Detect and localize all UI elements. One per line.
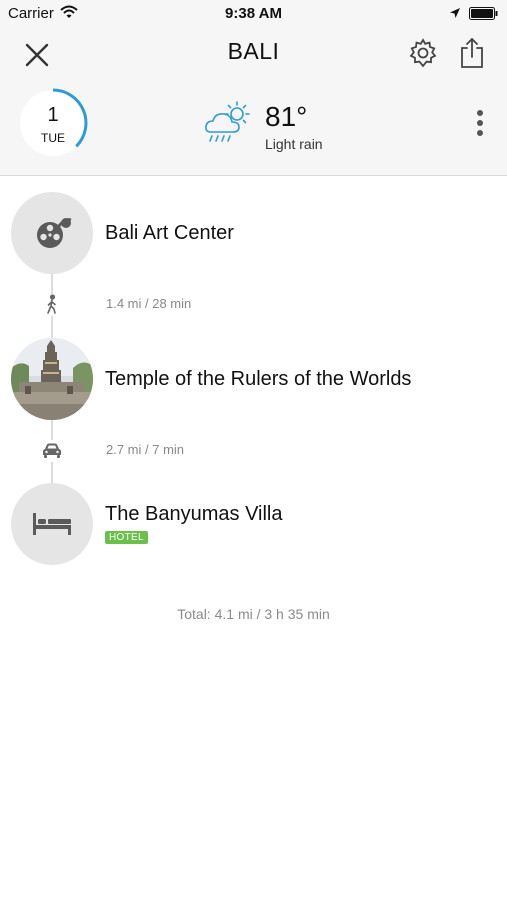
gear-icon	[409, 38, 437, 68]
stop-name: Temple of the Rulers of the Worlds	[105, 368, 412, 390]
weather-condition: Light rain	[265, 136, 323, 152]
film-reel-icon	[37, 218, 72, 248]
leg-distance: 2.7 mi / 7 min	[106, 442, 185, 457]
rain-cloud-sun-icon	[203, 98, 253, 151]
route-total: Total: 4.1 mi / 3 h 35 min	[177, 606, 330, 622]
share-icon	[461, 37, 483, 68]
share-button[interactable]	[458, 36, 486, 70]
bed-icon	[33, 513, 71, 535]
settings-button[interactable]	[407, 37, 439, 69]
trip-day-header: BALI 1 TUE 81° Light rain	[0, 28, 507, 176]
stop-thumbnail	[11, 483, 93, 565]
day-selector[interactable]: 1 TUE	[20, 88, 88, 156]
leg-distance: 1.4 mi / 28 min	[106, 296, 192, 311]
walk-icon	[40, 294, 64, 316]
battery-icon	[469, 7, 499, 25]
car-icon	[40, 440, 64, 462]
status-bar: Carrier 9:38 AM	[0, 0, 507, 28]
day-name: TUE	[41, 131, 65, 145]
status-time: 9:38 AM	[225, 5, 282, 22]
stop-name: The Banyumas Villa	[105, 503, 283, 525]
more-options-button[interactable]	[470, 110, 490, 146]
itinerary-stop[interactable]: Bali Art Center	[0, 192, 507, 274]
temperature: 81°	[265, 101, 308, 132]
itinerary-stop[interactable]: Temple of the Rulers of the Worlds	[0, 338, 507, 420]
itinerary-stop[interactable]: The Banyumas Villa HOTEL	[0, 483, 507, 565]
hotel-badge: HOTEL	[105, 531, 148, 544]
temple-photo	[11, 338, 93, 420]
more-vertical-icon	[470, 110, 490, 136]
stop-thumbnail	[11, 192, 93, 274]
location-arrow-icon	[449, 6, 461, 24]
stop-name: Bali Art Center	[105, 222, 234, 244]
day-number: 1	[47, 104, 59, 126]
